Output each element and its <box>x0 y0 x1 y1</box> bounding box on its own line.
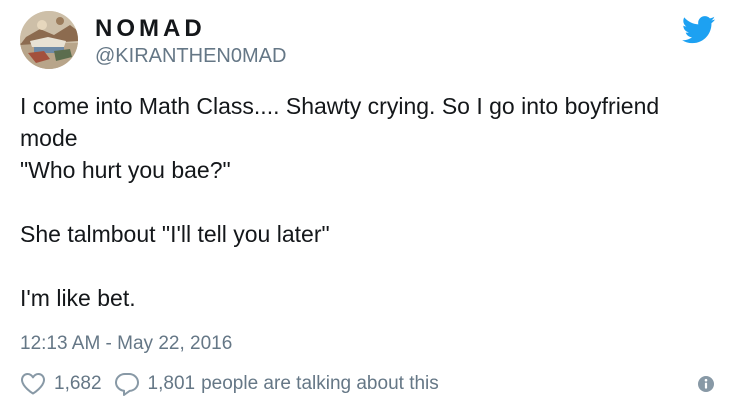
speech-bubble-icon <box>114 373 139 396</box>
tweet-blank-line <box>20 186 710 218</box>
user-handle[interactable]: @KIRANTHEN0MAD <box>95 44 286 68</box>
display-name[interactable]: NOMAD <box>95 15 206 43</box>
reply-button[interactable]: 1,801 people are talking about this <box>114 371 439 397</box>
tweet-timestamp[interactable]: 12:13 AM - May 22, 2016 <box>20 332 232 356</box>
tweet-card: NOMAD @KIRANTHEN0MAD I come into Math Cl… <box>0 0 733 410</box>
tweet-line: I come into Math Class.... Shawty crying… <box>20 93 660 119</box>
tweet-line: She talmbout "I'll tell you later" <box>20 221 330 247</box>
like-count: 1,682 <box>54 373 102 394</box>
reply-count: 1,801 <box>147 373 196 394</box>
tweet-line: mode <box>20 125 78 151</box>
tweet-line: "Who hurt you bae?" <box>20 157 231 183</box>
twitter-bird-icon[interactable] <box>681 16 716 44</box>
like-button[interactable]: 1,682 <box>20 372 114 396</box>
avatar[interactable] <box>20 11 78 69</box>
talking-about-text: people are talking about this <box>201 373 439 394</box>
tweet-actions: 1,682 1,801 people are talking about thi… <box>20 370 439 398</box>
tweet-text: I come into Math Class.... Shawty crying… <box>20 90 710 314</box>
info-icon[interactable] <box>698 376 714 392</box>
tweet-blank-line <box>20 250 710 282</box>
avatar-image <box>20 11 78 69</box>
tweet-line: I'm like bet. <box>20 285 136 311</box>
heart-icon <box>21 373 45 395</box>
